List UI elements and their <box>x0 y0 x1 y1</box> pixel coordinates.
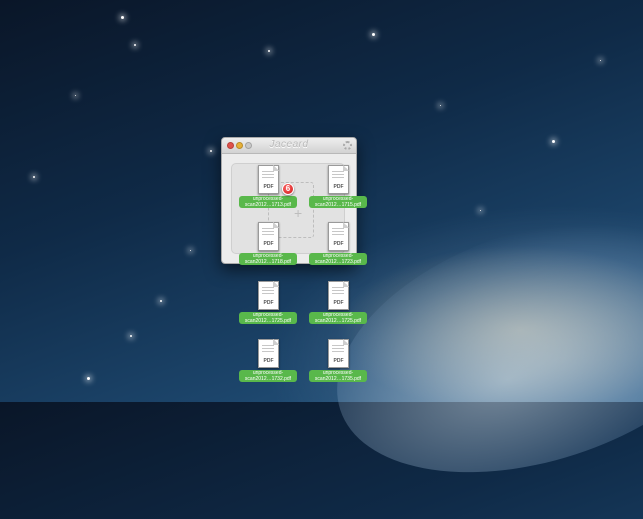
file-name-label: unprocessed-scan2012…1723.pdf <box>303 253 373 265</box>
doc-type-label: PDF <box>263 300 274 306</box>
pdf-document-icon: PDF <box>328 222 349 251</box>
star <box>268 50 270 52</box>
pdf-document-icon: PDF <box>258 222 279 251</box>
pdf-file[interactable]: PDF unprocessed-scan2012…1725.pdf <box>233 281 303 333</box>
file-name-line2: scan2012…1725.pdf <box>241 318 295 324</box>
document-lines <box>262 287 274 295</box>
star <box>210 150 212 152</box>
star <box>160 300 162 302</box>
drag-count-badge: 6 <box>282 183 294 195</box>
document-lines <box>332 345 344 353</box>
star <box>121 16 124 19</box>
window-title: Jaceard <box>269 139 309 150</box>
file-name-line2: scan2012…1735.pdf <box>311 376 365 382</box>
pdf-file[interactable]: PDF unprocessed-scan2012…1732.pdf <box>233 339 303 391</box>
file-name-label: unprocessed-scan2012…1718.pdf <box>233 253 303 265</box>
pdf-document-icon: PDF <box>258 165 279 194</box>
window-titlebar[interactable]: Jaceard <box>222 138 356 154</box>
file-name-line2: scan2012…1715.pdf <box>311 202 365 208</box>
file-name-label: unprocessed-scan2012…1732.pdf <box>233 370 303 382</box>
file-name-label: unprocessed-scan2012…1725.pdf <box>303 312 373 324</box>
file-name-label: unprocessed-scan2012…1735.pdf <box>303 370 373 382</box>
pdf-file[interactable]: PDF unprocessed-scan2012…1718.pdf <box>233 222 303 274</box>
doc-type-label: PDF <box>333 358 344 364</box>
file-name-label: unprocessed-scan2012…1713.pdf <box>233 196 303 208</box>
doc-type-label: PDF <box>333 241 344 247</box>
doc-type-label: PDF <box>333 300 344 306</box>
star <box>134 44 136 46</box>
star <box>440 105 441 106</box>
star <box>552 140 555 143</box>
doc-type-label: PDF <box>263 241 274 247</box>
document-lines <box>262 171 274 179</box>
star <box>480 210 481 211</box>
file-name-line2: scan2012…1723.pdf <box>311 259 365 265</box>
star <box>600 60 601 61</box>
pdf-document-icon: PDF <box>328 281 349 310</box>
doc-type-label: PDF <box>263 358 274 364</box>
file-name-label: unprocessed-scan2012…1715.pdf <box>303 196 373 208</box>
document-lines <box>262 228 274 236</box>
doc-type-label: PDF <box>333 184 344 190</box>
document-lines <box>332 287 344 295</box>
document-lines <box>332 228 344 236</box>
pdf-file[interactable]: PDF unprocessed-scan2012…1715.pdf <box>303 165 373 217</box>
file-name-line2: scan2012…1713.pdf <box>241 202 295 208</box>
star <box>190 250 191 251</box>
pdf-document-icon: PDF <box>258 339 279 368</box>
pdf-file[interactable]: PDF unprocessed-scan2012…1725.pdf <box>303 281 373 333</box>
pdf-document-icon: PDF <box>258 281 279 310</box>
star <box>33 176 35 178</box>
file-name-line2: scan2012…1725.pdf <box>311 318 365 324</box>
star <box>130 335 132 337</box>
file-name-label: unprocessed-scan2012…1725.pdf <box>233 312 303 324</box>
pdf-file[interactable]: PDF unprocessed-scan2012…1735.pdf <box>303 339 373 391</box>
file-name-line2: scan2012…1718.pdf <box>241 259 295 265</box>
star <box>372 33 375 36</box>
document-lines <box>262 345 274 353</box>
doc-type-label: PDF <box>263 184 274 190</box>
star <box>75 95 76 96</box>
star <box>87 377 90 380</box>
pdf-document-icon: PDF <box>328 339 349 368</box>
gear-icon[interactable] <box>343 141 352 150</box>
pdf-file[interactable]: PDF unprocessed-scan2012…1723.pdf <box>303 222 373 274</box>
document-lines <box>332 171 344 179</box>
file-name-line2: scan2012…1732.pdf <box>241 376 295 382</box>
pdf-document-icon: PDF <box>328 165 349 194</box>
